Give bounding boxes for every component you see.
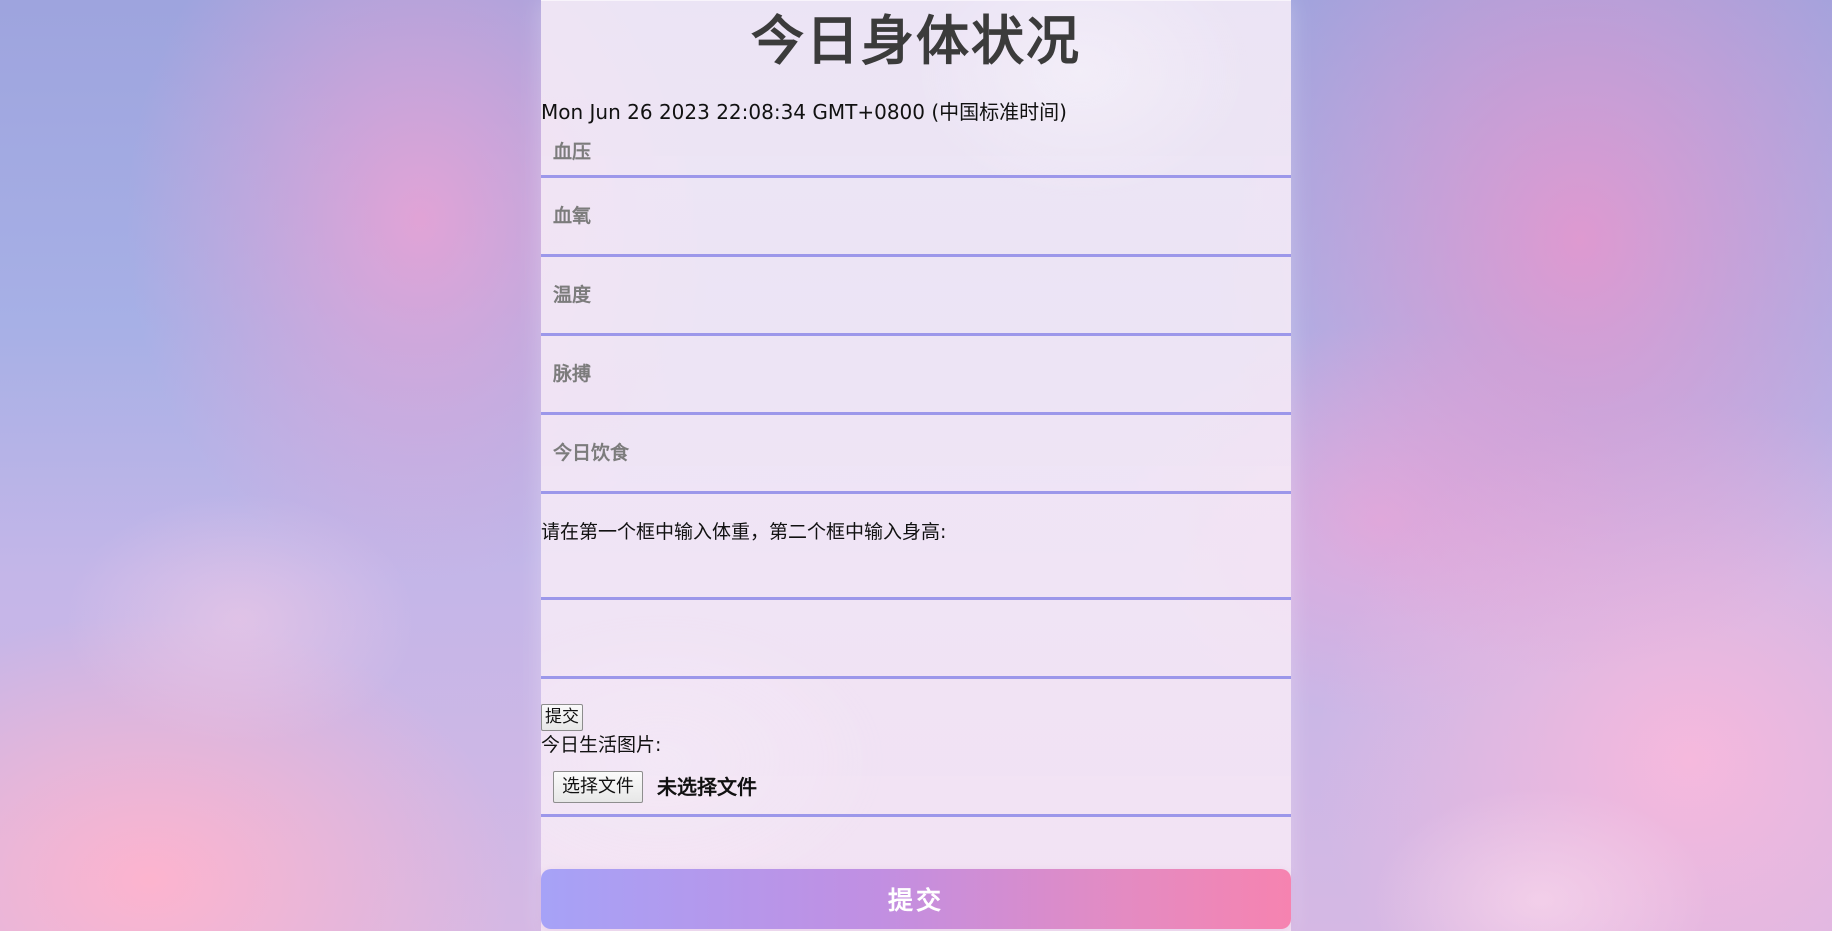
blood-pressure-input[interactable] <box>541 129 1291 175</box>
body-status-form-panel: 今日身体状况 Mon Jun 26 2023 22:08:34 GMT+0800… <box>541 0 1291 931</box>
weight-input[interactable] <box>541 545 1291 597</box>
current-date-text: Mon Jun 26 2023 22:08:34 GMT+0800 (中国标准时… <box>541 100 1067 124</box>
diet-input[interactable] <box>541 415 1291 491</box>
page-title: 今日身体状况 <box>751 11 1081 72</box>
weight-height-instruction: 请在第一个框中输入体重，第二个框中输入身高: <box>541 521 947 543</box>
temperature-input[interactable] <box>541 257 1291 333</box>
weight-field <box>541 545 1291 600</box>
blood-oxygen-field <box>541 178 1291 257</box>
small-submit-button[interactable]: 提交 <box>541 704 583 731</box>
diet-field <box>541 415 1291 494</box>
life-photo-upload-row: 选择文件 未选择文件 <box>541 761 1291 817</box>
life-photo-label: 今日生活图片: <box>541 734 662 756</box>
pulse-field <box>541 336 1291 415</box>
choose-file-button[interactable]: 选择文件 <box>553 771 643 803</box>
no-file-selected-text: 未选择文件 <box>657 775 757 799</box>
blood-oxygen-input[interactable] <box>541 178 1291 254</box>
height-field <box>541 600 1291 679</box>
height-input[interactable] <box>541 600 1291 676</box>
blood-pressure-field <box>541 129 1291 178</box>
pulse-input[interactable] <box>541 336 1291 412</box>
main-submit-button[interactable]: 提交 <box>541 869 1291 929</box>
temperature-field <box>541 257 1291 336</box>
